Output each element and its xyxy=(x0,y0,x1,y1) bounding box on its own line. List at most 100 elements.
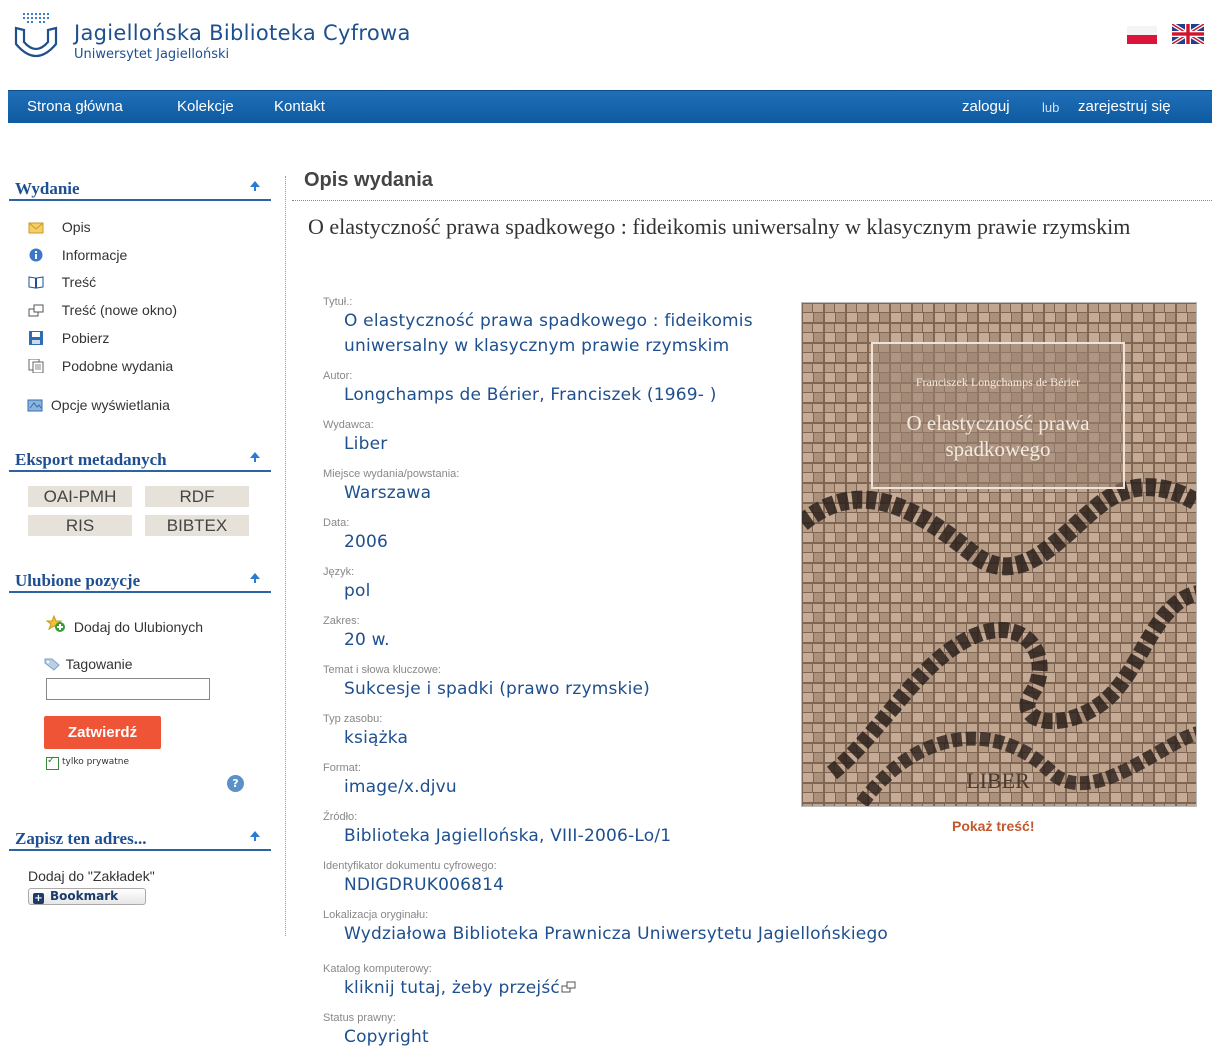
external-link-icon xyxy=(561,981,576,993)
private-only-checkbox[interactable] xyxy=(46,755,59,770)
add-to-bookmarks-text: Dodaj do "Zakładek" xyxy=(28,868,155,884)
new-window-icon xyxy=(28,304,44,317)
field-value-subject[interactable]: Sukcesje i spadki (prawo rzymskie) xyxy=(344,679,650,699)
tag-icon xyxy=(44,658,60,671)
field-value-resource-type[interactable]: książka xyxy=(344,728,408,748)
favorites-section-title: Ulubione pozycje xyxy=(15,571,141,590)
book-icon xyxy=(28,276,44,289)
menu-item-similar-editions[interactable]: Podobne wydania xyxy=(28,358,173,374)
envelope-icon xyxy=(28,222,44,234)
field-value-title-cont[interactable]: uniwersalny w klasycznym prawie rzymskim xyxy=(344,336,729,356)
menu-item-information[interactable]: Informacje xyxy=(28,247,127,263)
book-cover-image[interactable]: Franciszek Longchamps de Bérier O elasty… xyxy=(801,302,1197,807)
cover-title-line1: O elastyczność prawa xyxy=(906,411,1090,435)
show-content-link[interactable]: Pokaż treść! xyxy=(952,818,1034,834)
page-title: Opis wydania xyxy=(304,169,433,191)
documents-icon xyxy=(28,359,44,373)
cover-publisher: LIBER xyxy=(966,768,1030,793)
field-value-author[interactable]: Longchamps de Bérier, Franciszek (1969- … xyxy=(344,385,717,405)
menu-item-description[interactable]: Opis xyxy=(28,219,91,235)
field-value-date[interactable]: 2006 xyxy=(344,532,388,552)
display-options-icon xyxy=(27,399,43,412)
bookmark-button[interactable]: + Bookmark xyxy=(28,888,146,905)
save-address-section-title: Zapisz ten adres... xyxy=(15,829,147,848)
field-value-extent[interactable]: 20 w. xyxy=(344,630,390,650)
export-rdf-button[interactable]: RDF xyxy=(145,486,249,507)
section-divider xyxy=(9,591,271,593)
field-value-location[interactable]: Wydziałowa Biblioteka Prawnicza Uniwersy… xyxy=(344,924,888,944)
collapse-export-icon[interactable] xyxy=(250,452,260,462)
catalog-link-label: kliknij tutaj, żeby przejść xyxy=(344,978,560,998)
export-ris-button[interactable]: RIS xyxy=(28,515,132,536)
menu-item-download[interactable]: Pobierz xyxy=(28,330,109,346)
submit-tag-button[interactable]: Zatwierdź xyxy=(44,716,161,749)
site-title[interactable]: Jagiellońska Biblioteka Cyfrowa xyxy=(74,21,411,45)
field-value-language[interactable]: pol xyxy=(344,581,371,601)
university-logo-icon[interactable] xyxy=(14,8,58,64)
plus-icon: + xyxy=(33,893,44,904)
add-to-favorites-label: Dodaj do Ulubionych xyxy=(73,619,204,635)
field-value-title[interactable]: O elastyczność prawa spadkowego : fideik… xyxy=(344,311,753,331)
field-label-format: Format: xyxy=(323,762,361,774)
field-label-publisher: Wydawca: xyxy=(323,419,374,431)
section-divider xyxy=(9,849,271,851)
export-bibtex-button[interactable]: BIBTEX xyxy=(145,515,249,536)
field-value-place[interactable]: Warszawa xyxy=(344,483,431,503)
field-value-source[interactable]: Biblioteka Jagiellońska, VIII-2006-Lo/1 xyxy=(344,826,671,846)
field-value-publisher[interactable]: Liber xyxy=(344,434,387,454)
cover-author: Franciszek Longchamps de Bérier xyxy=(916,375,1080,389)
bookmark-label: Bookmark xyxy=(50,889,119,903)
tagging-label-row: Tagowanie xyxy=(44,656,133,672)
field-label-catalog: Katalog komputerowy: xyxy=(323,963,432,975)
menu-item-label: Pobierz xyxy=(61,330,110,346)
add-to-favorites-link[interactable]: Dodaj do Ulubionych xyxy=(46,615,203,635)
column-divider xyxy=(285,176,286,936)
field-label-title: Tytuł.: xyxy=(323,296,353,308)
nav-collections-link[interactable]: Kolekcje xyxy=(177,98,234,115)
collapse-favorites-icon[interactable] xyxy=(250,573,260,583)
field-label-author: Autor: xyxy=(323,370,353,382)
site-header: Jagiellońska Biblioteka Cyfrowa Uniwersy… xyxy=(0,0,1212,90)
export-section-title: Eksport metadanych xyxy=(15,450,167,469)
field-label-subject: Temat i słowa kluczowe: xyxy=(323,664,441,676)
edition-section-title: Wydanie xyxy=(15,179,80,198)
export-oai-pmh-button[interactable]: OAI-PMH xyxy=(28,486,132,507)
nav-or-text: lub xyxy=(1042,100,1060,115)
collapse-save-address-icon[interactable] xyxy=(250,831,260,841)
display-options-link[interactable]: Opcje wyświetlania xyxy=(27,397,170,413)
menu-item-content[interactable]: Treść xyxy=(28,274,96,290)
nav-home-link[interactable]: Strona główna xyxy=(27,98,123,115)
add-favorite-icon xyxy=(46,615,65,632)
menu-item-content-new-window[interactable]: Treść (nowe okno) xyxy=(28,302,177,318)
nav-login-link[interactable]: zaloguj xyxy=(962,98,1010,115)
cover-art: Franciszek Longchamps de Bérier O elasty… xyxy=(802,303,1196,806)
uk-flag-icon[interactable] xyxy=(1172,24,1204,44)
field-value-format[interactable]: image/x.djvu xyxy=(344,777,457,797)
field-label-resource-type: Typ zasobu: xyxy=(323,713,383,725)
site-subtitle: Uniwersytet Jagielloński xyxy=(74,47,230,62)
help-icon[interactable]: ? xyxy=(227,775,244,792)
menu-item-label: Opis xyxy=(61,219,91,235)
field-label-place: Miejsce wydania/powstania: xyxy=(323,468,460,480)
field-value-identifier[interactable]: NDIGDRUK006814 xyxy=(344,875,504,895)
field-label-legal-status: Status prawny: xyxy=(323,1012,396,1024)
section-divider xyxy=(9,199,271,201)
field-label-language: Język: xyxy=(323,566,355,578)
main-navigation: Strona główna Kolekcje Kontakt zaloguj l… xyxy=(8,90,1212,123)
document-title: O elastyczność prawa spadkowego : fideik… xyxy=(308,214,1131,239)
cover-title-line2: spadkowego xyxy=(946,437,1051,461)
private-only-label: tylko prywatne xyxy=(62,757,129,767)
menu-item-label: Treść (nowe okno) xyxy=(61,302,178,318)
nav-register-link[interactable]: zarejestruj się xyxy=(1078,98,1171,115)
tagging-label: Tagowanie xyxy=(65,656,133,672)
save-icon xyxy=(29,331,43,345)
collapse-edition-icon[interactable] xyxy=(250,181,260,191)
field-label-extent: Zakres: xyxy=(323,615,360,627)
field-value-legal-status[interactable]: Copyright xyxy=(344,1027,429,1047)
polish-flag-icon[interactable] xyxy=(1127,26,1157,44)
catalog-link[interactable]: kliknij tutaj, żeby przejść xyxy=(344,978,577,998)
section-divider xyxy=(9,470,271,472)
tag-input[interactable] xyxy=(46,678,210,700)
nav-contact-link[interactable]: Kontakt xyxy=(274,98,325,115)
info-icon xyxy=(29,248,43,262)
